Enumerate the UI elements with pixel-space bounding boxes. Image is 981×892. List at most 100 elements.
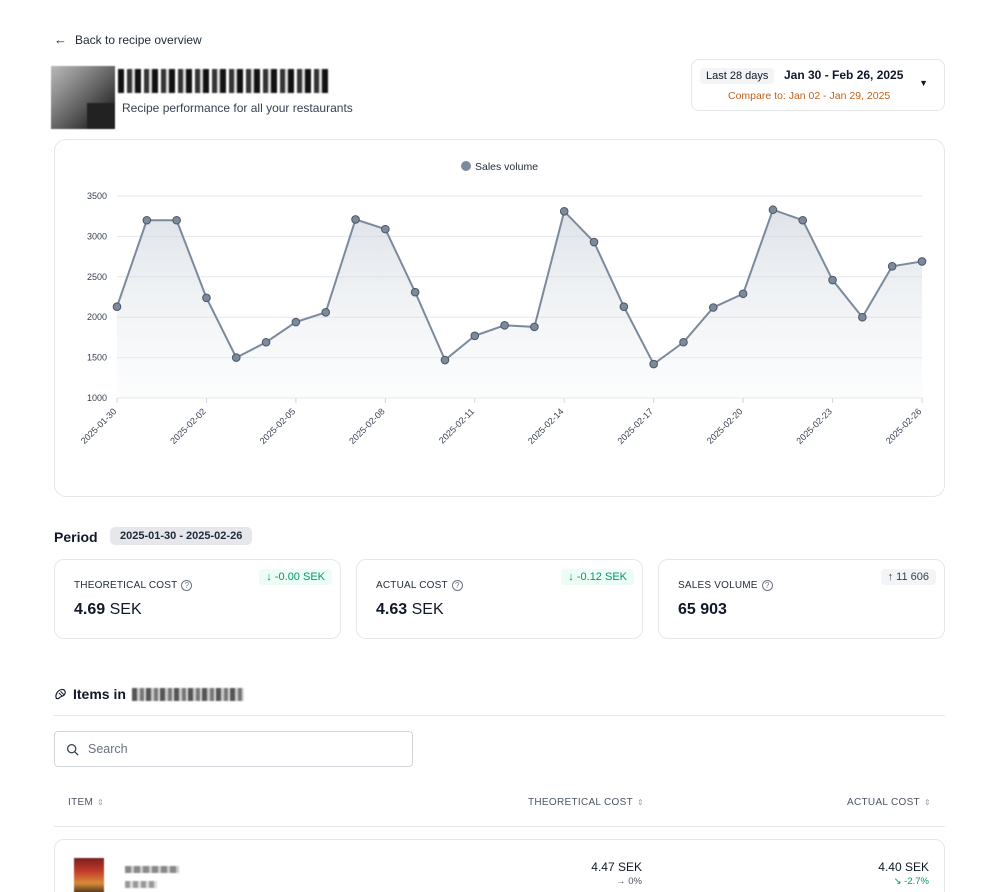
data-point: [589, 237, 599, 247]
info-icon[interactable]: ?: [181, 580, 193, 591]
data-point: [649, 359, 658, 369]
period-label: Period: [54, 529, 98, 545]
column-header-label: THEORETICAL COST: [527, 797, 633, 808]
x-tick-label: 2025-02-20: [705, 406, 745, 446]
kpi-delta-badge: ↓ -0.12 SEK: [561, 569, 634, 585]
date-range-label: Jan 30 - Feb 26, 2025: [784, 68, 904, 82]
table-header-divider: [54, 826, 945, 827]
data-point: [440, 355, 450, 365]
data-point: [530, 322, 539, 332]
data-point: [321, 308, 331, 317]
chart-canvas: 1000 1500 2000 2500 3000 3500 2025-01-30 2025-0…: [79, 161, 927, 446]
kpi-label: THEORETICAL COST: [74, 580, 178, 591]
column-header-label: ITEM: [68, 797, 94, 808]
x-tick-label: 2025-01-30: [79, 406, 119, 446]
info-icon[interactable]: ?: [451, 580, 463, 591]
item-image: [74, 858, 104, 892]
section-divider: [54, 715, 945, 716]
column-header-theoretical-cost[interactable]: THEORETICAL COST ⇕: [528, 797, 644, 808]
table-row[interactable]: 4.47 SEK → 0% 4.40 SEK ↘ -2.7%: [54, 839, 945, 892]
x-tick-label: 2025-02-11: [437, 406, 476, 445]
items-section-heading: Items in: [54, 686, 244, 702]
data-point: [559, 207, 569, 216]
x-tick-label: 2025-02-05: [258, 406, 298, 446]
kpi-sales-volume: SALES VOLUME? 65 903 ↑ 11 606: [658, 559, 945, 639]
item-detail-redacted: [125, 881, 157, 888]
date-range-picker[interactable]: Last 28 days Jan 30 - Feb 26, 2025 Compa…: [691, 59, 945, 111]
info-icon[interactable]: ?: [761, 580, 773, 591]
recipe-book-icon: [55, 688, 66, 699]
kpi-label: ACTUAL COST: [376, 580, 448, 591]
period-range-badge: 2025-01-30 - 2025-02-26: [110, 527, 253, 545]
data-point: [261, 337, 271, 347]
compare-range-label: Compare to: Jan 02 - Jan 29, 2025: [728, 90, 891, 102]
kpi-actual-cost: ACTUAL COST? 4.63 SEK ↓ -0.12 SEK: [356, 559, 643, 639]
data-point: [172, 215, 181, 225]
theoretical-cost-value: 4.47 SEK: [591, 860, 642, 874]
back-to-overview-link[interactable]: ← Back to recipe overview: [54, 32, 202, 47]
page-title-redacted: [118, 69, 328, 93]
x-tick-label: 2025-02-26: [884, 406, 924, 446]
legend-label: Sales volume: [475, 161, 538, 173]
theoretical-cost-cell: 4.47 SEK → 0%: [591, 860, 642, 887]
data-point: [858, 312, 867, 322]
data-point: [381, 224, 390, 234]
column-header-item[interactable]: ITEM ⇕: [68, 797, 104, 808]
kpi-delta-badge: ↓ -0.00 SEK: [259, 569, 332, 585]
legend-marker: [461, 161, 471, 171]
data-point: [798, 215, 808, 225]
x-tick-label: 2025-02-23: [794, 406, 834, 446]
sort-icon: ⇕: [923, 798, 931, 807]
data-point: [470, 331, 480, 341]
kpi-unit: SEK: [109, 601, 142, 618]
y-tick-label: 3000: [87, 231, 107, 241]
data-point: [231, 353, 241, 362]
x-tick-label: 2025-02-14: [526, 406, 566, 446]
data-point: [410, 287, 420, 297]
data-point: [708, 303, 718, 312]
theoretical-cost-change: → 0%: [616, 876, 642, 887]
kpi-value: 65 903: [678, 601, 727, 618]
data-point: [112, 302, 122, 311]
sort-icon: ⇕: [97, 798, 105, 807]
search-icon: [66, 743, 79, 756]
kpi-value: 4.63: [376, 601, 408, 618]
arrow-left-icon: ←: [54, 32, 67, 47]
data-point: [738, 289, 748, 299]
item-name-redacted: [125, 866, 179, 873]
kpi-value: 4.69: [74, 601, 106, 618]
kpi-unit: SEK: [411, 601, 444, 618]
y-tick-label: 2000: [87, 312, 107, 322]
sort-icon: ⇕: [636, 798, 644, 807]
y-tick-label: 2500: [87, 272, 107, 282]
page-subtitle: Recipe performance for all your restaura…: [122, 101, 353, 115]
y-tick-label: 1500: [87, 353, 107, 363]
data-point: [142, 215, 152, 225]
items-heading-redacted: [131, 687, 244, 701]
kpi-delta-badge: ↑ 11 606: [880, 569, 936, 585]
date-preset-badge: Last 28 days: [700, 68, 775, 84]
data-point: [828, 275, 837, 285]
data-point: [619, 302, 629, 311]
actual-cost-change: ↘ -2.7%: [893, 876, 929, 887]
x-tick-label: 2025-02-02: [168, 406, 208, 446]
data-point: [351, 215, 360, 224]
sales-volume-chart: 1000 1500 2000 2500 3000 3500 2025-01-30 2025-0…: [54, 139, 945, 497]
series-area: [117, 209, 922, 398]
column-header-actual-cost[interactable]: ACTUAL COST ⇕: [847, 797, 931, 808]
data-point: [768, 205, 778, 215]
search-input[interactable]: [88, 742, 388, 756]
x-tick-label: 2025-02-17: [615, 406, 655, 446]
column-header-label: ACTUAL COST: [847, 797, 920, 808]
y-tick-label: 1000: [87, 393, 107, 403]
search-box[interactable]: [54, 731, 413, 767]
back-link-label: Back to recipe overview: [75, 32, 202, 47]
data-point: [202, 293, 211, 303]
data-point: [679, 337, 688, 347]
data-point: [500, 320, 509, 330]
kpi-theoretical-cost: THEORETICAL COST? 4.69 SEK ↓ -0.00 SEK: [54, 559, 341, 639]
data-point: [917, 257, 927, 266]
data-point: [887, 261, 897, 271]
actual-cost-value: 4.40 SEK: [878, 860, 929, 874]
actual-cost-cell: 4.40 SEK ↘ -2.7%: [878, 860, 929, 887]
